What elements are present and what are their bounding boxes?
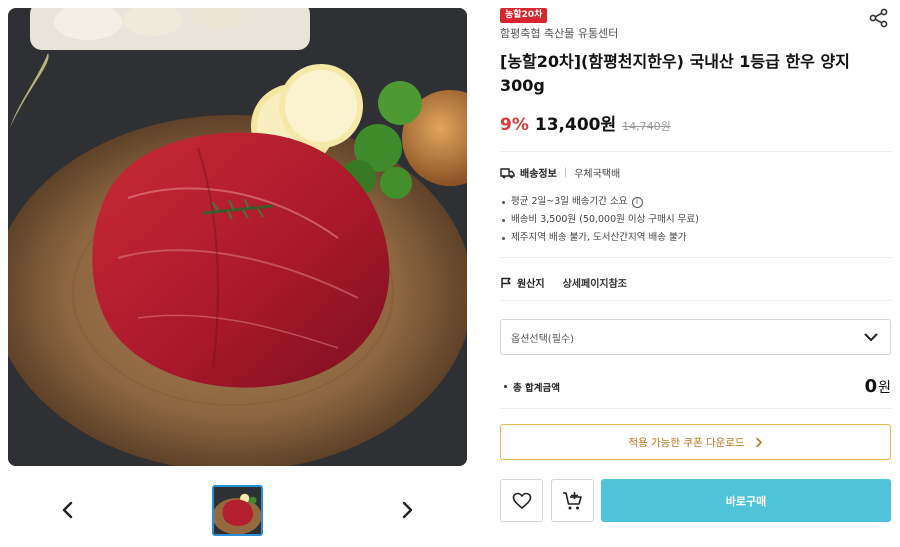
chevron-right-icon	[755, 437, 762, 447]
thumbnail-image	[214, 487, 261, 534]
origin-value: 상세페이지참조	[562, 279, 628, 290]
chevron-left-icon	[62, 501, 73, 519]
list-item: 배송비 3,500원 (50,000원 이상 구매시 무료)	[500, 211, 699, 229]
list-item: 제주지역 배송 불가, 도서산간지역 배송 불가	[500, 229, 699, 247]
shipping-notes: 평균 2일~3일 배송기간 소요 i 배송비 3,500원 (50,000원 이…	[500, 193, 699, 247]
shipping-note: 제주지역 배송 불가, 도서산간지역 배송 불가	[511, 232, 687, 243]
divider	[500, 300, 891, 301]
shipping-label: 배송정보	[520, 169, 557, 180]
buy-now-button[interactable]: 바로구매	[601, 479, 891, 522]
total-amount-value: 0	[864, 376, 878, 397]
origin-label: 원산지	[517, 279, 545, 290]
shipping-note: 배송비 3,500원 (50,000원 이상 구매시 무료)	[511, 214, 699, 225]
shipping-note: 평균 2일~3일 배송기간 소요	[511, 196, 628, 207]
coupon-download-button[interactable]: 적용 가능한 쿠폰 다운로드	[500, 424, 891, 460]
seller-name[interactable]: 함평축협 축산물 유통센터	[500, 25, 618, 41]
separator: |	[563, 167, 568, 178]
discount-rate: 9%	[500, 115, 529, 135]
shipping-info: 배송정보 | 우체국택배	[500, 165, 620, 180]
product-main-image	[8, 8, 467, 466]
list-item: 평균 2일~3일 배송기간 소요 i	[500, 193, 699, 211]
coupon-label: 적용 가능한 쿠폰 다운로드	[628, 436, 745, 449]
total-amount-unit: 원	[878, 380, 891, 396]
chevron-down-icon	[864, 333, 878, 341]
gallery-next-button[interactable]	[396, 496, 420, 524]
gallery-thumbnail[interactable]	[212, 485, 263, 536]
promo-badge: 농할20차	[500, 8, 548, 23]
cart-add-icon	[562, 491, 582, 509]
divider	[500, 408, 891, 409]
heart-icon	[512, 492, 531, 509]
product-title: [농할20차](함평천지한우) 국내산 1등급 한우 양지 300g	[500, 52, 850, 95]
origin-info: 원산지 상세페이지참조	[500, 275, 627, 290]
divider	[500, 257, 891, 258]
gallery-prev-button[interactable]	[55, 496, 79, 524]
option-select-placeholder: 옵션선택(필수)	[511, 333, 575, 345]
shipping-method: 우체국택배	[574, 169, 621, 180]
original-price: 14,740원	[622, 120, 671, 133]
flag-icon	[501, 277, 511, 288]
info-icon[interactable]: i	[631, 196, 643, 208]
total-amount: 0원	[865, 376, 891, 397]
total-row: 총 합계금액 0원	[500, 376, 891, 397]
truck-icon	[500, 167, 515, 178]
wishlist-button[interactable]	[500, 479, 543, 522]
chevron-right-icon	[402, 501, 413, 519]
option-select[interactable]: 옵션선택(필수)	[500, 319, 891, 355]
sale-price: 13,400원	[534, 115, 617, 135]
share-icon	[869, 8, 888, 28]
add-to-cart-button[interactable]	[551, 479, 594, 522]
price-row: 9% 13,400원 14,740원	[500, 110, 671, 135]
share-button[interactable]	[868, 7, 890, 29]
divider	[500, 151, 891, 152]
total-label: 총 합계금액	[500, 380, 560, 394]
